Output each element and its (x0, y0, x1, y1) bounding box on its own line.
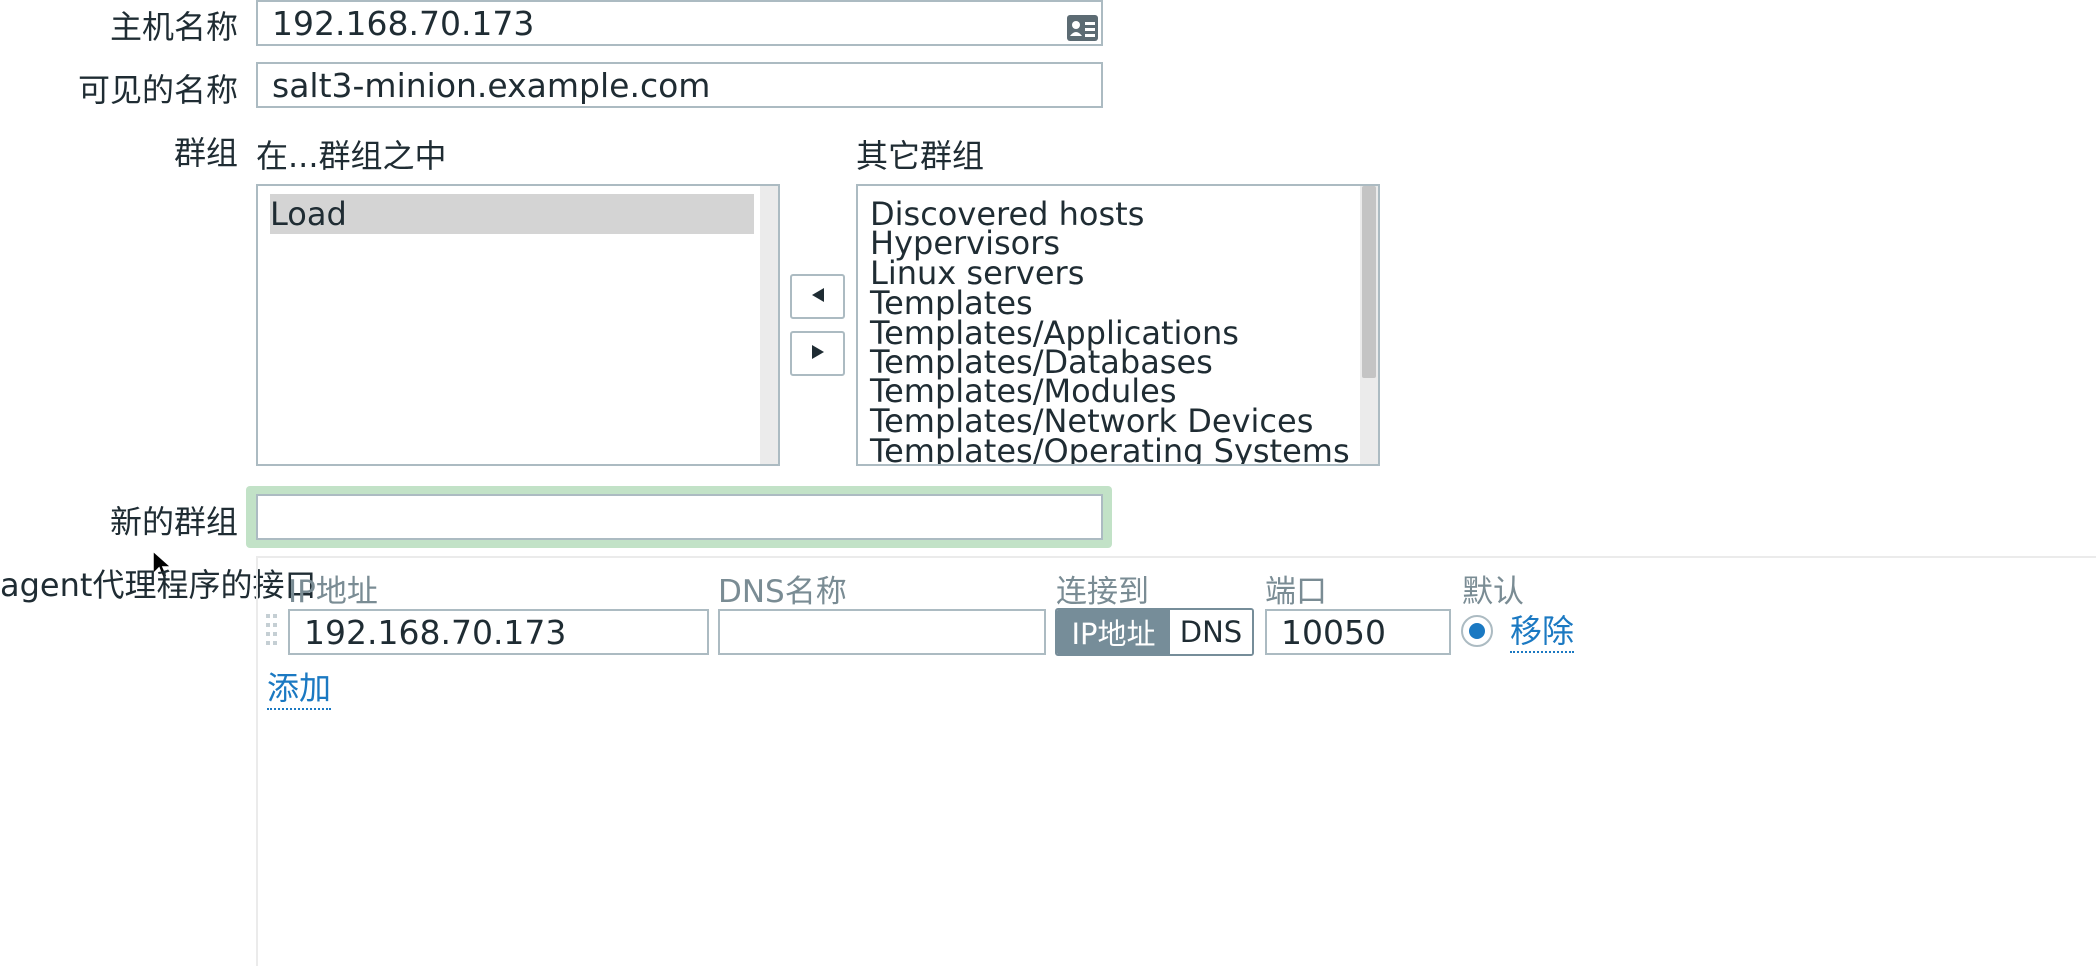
visible-name-value: salt3-minion.example.com (272, 65, 711, 105)
list-item[interactable]: Templates/Operating Systems (870, 431, 1350, 464)
interface-ip-input[interactable]: 192.168.70.173 (288, 609, 709, 655)
in-groups-list[interactable]: Load (256, 184, 780, 466)
radio-dot (1469, 623, 1485, 639)
host-name-label: 主机名称 (109, 8, 238, 46)
other-groups-scrollbar[interactable] (1360, 186, 1378, 464)
connect-dns-button[interactable]: DNS (1170, 610, 1252, 654)
connect-ip-button[interactable]: IP地址 (1057, 610, 1170, 654)
other-groups-title: 其它群组 (856, 137, 985, 175)
interface-port-value: 10050 (1281, 612, 1386, 652)
interface-ip-value: 192.168.70.173 (304, 612, 567, 652)
column-header-ip: IP地址 (288, 574, 378, 610)
scrollbar-thumb[interactable] (1362, 186, 1376, 378)
remove-interface-link[interactable]: 移除 (1510, 611, 1575, 653)
list-item[interactable]: Load (270, 194, 754, 234)
new-group-label: 新的群组 (109, 503, 238, 541)
column-header-dns: DNS名称 (718, 574, 847, 610)
column-header-connect-to: 连接到 (1056, 574, 1149, 610)
other-groups-list[interactable]: Discovered hosts Hypervisors Linux serve… (856, 184, 1380, 466)
default-interface-radio[interactable] (1461, 615, 1493, 647)
host-name-value: 192.168.70.173 (272, 3, 535, 43)
connect-to-toggle: IP地址 DNS (1055, 608, 1254, 656)
interface-dns-input[interactable] (718, 609, 1046, 655)
groups-label: 群组 (173, 134, 238, 172)
column-header-default: 默认 (1462, 574, 1524, 610)
visible-name-label: 可见的名称 (77, 71, 238, 109)
agent-interfaces-label: agent代理程序的接口 (0, 566, 317, 604)
new-group-input[interactable] (256, 494, 1103, 540)
host-name-input[interactable]: 192.168.70.173 (256, 0, 1103, 46)
add-interface-link[interactable]: 添加 (267, 668, 332, 710)
triangle-left-icon (811, 287, 825, 307)
interface-port-input[interactable]: 10050 (1265, 609, 1451, 655)
in-groups-scrollbar[interactable] (760, 186, 778, 464)
id-card-icon[interactable] (1067, 10, 1098, 41)
visible-name-input[interactable]: salt3-minion.example.com (256, 62, 1103, 108)
column-header-port: 端口 (1265, 574, 1327, 610)
move-right-button[interactable] (790, 331, 845, 376)
move-left-button[interactable] (790, 274, 845, 319)
in-groups-title: 在...群组之中 (256, 137, 447, 175)
drag-handle-icon[interactable] (265, 612, 279, 650)
triangle-right-icon (811, 344, 825, 364)
